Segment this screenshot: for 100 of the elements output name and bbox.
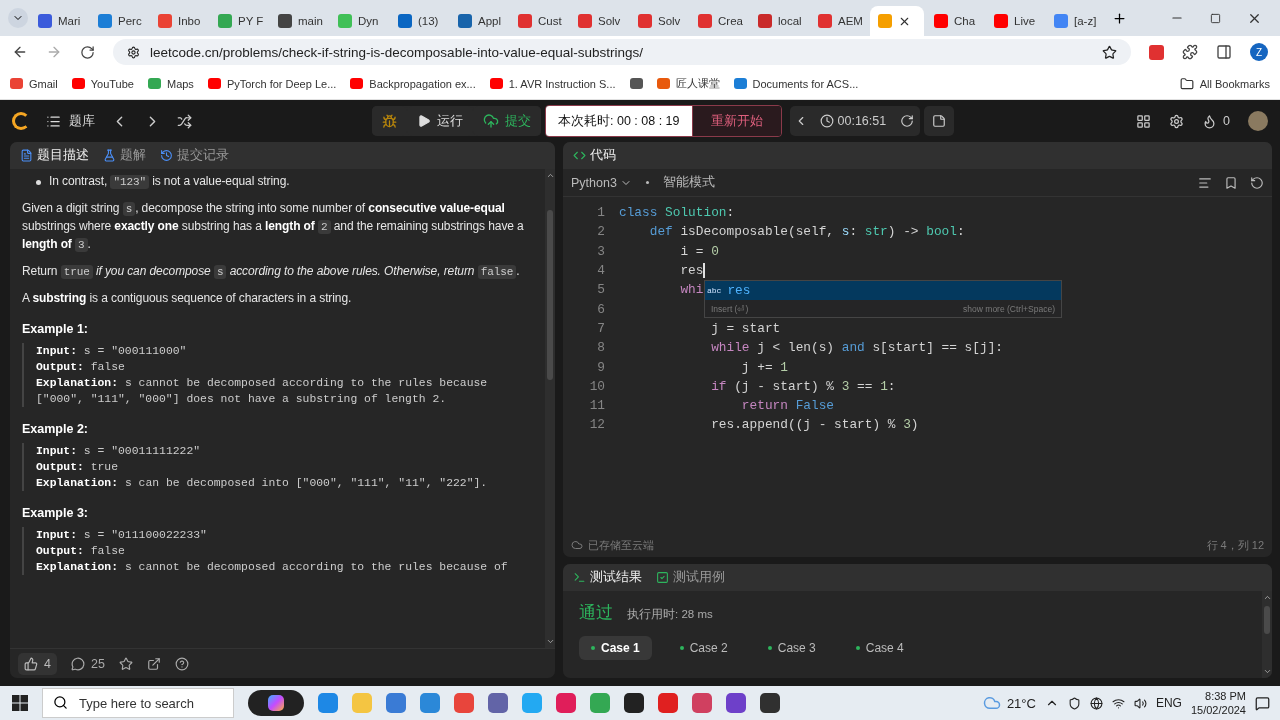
site-settings-icon[interactable]: [127, 45, 140, 59]
browser-tab[interactable]: Inbo: [150, 6, 208, 36]
panel-tab[interactable]: 测试结果: [573, 569, 642, 586]
bookmark-star-icon[interactable]: [1102, 44, 1117, 60]
browser-tab[interactable]: (13): [390, 6, 448, 36]
panel-tab[interactable]: 题目描述: [20, 147, 89, 164]
code-line: whi: [679, 282, 704, 298]
notifications-icon[interactable]: [1255, 695, 1270, 711]
bug-icon: [382, 113, 397, 129]
case-tab[interactable]: Case 1: [579, 636, 652, 660]
code-line: res: [679, 263, 704, 279]
browser-tab[interactable]: local: [750, 6, 808, 36]
language-select[interactable]: Python3: [571, 175, 632, 190]
result-status: 通过: [579, 602, 613, 624]
share-icon[interactable]: [146, 656, 161, 671]
scroll-down-icon[interactable]: [1262, 667, 1272, 676]
wifi-icon[interactable]: [1111, 696, 1125, 710]
help-icon[interactable]: [174, 656, 189, 671]
browser-tab[interactable]: [a-z]: [1046, 6, 1104, 36]
settings-icon[interactable]: [1169, 113, 1185, 129]
all-bookmarks-link[interactable]: All Bookmarks: [1179, 76, 1270, 91]
browser-tab[interactable]: Dyn: [330, 6, 388, 36]
description-text: A substring is a contiguous sequence of characters in a string.: [22, 290, 353, 307]
clock-display[interactable]: 8:38 PM 15/02/2024: [1190, 689, 1246, 717]
back-icon[interactable]: [12, 44, 28, 60]
browser-tab[interactable]: AEM: [810, 6, 868, 36]
like-button[interactable]: 4: [18, 652, 57, 675]
bookmark-link[interactable]: Documents for ACS...: [733, 77, 859, 90]
profile-avatar[interactable]: Z: [1250, 43, 1268, 61]
scrollbar[interactable]: [545, 169, 555, 648]
example-line: Output: false: [36, 360, 126, 375]
tab-search-button[interactable]: [8, 8, 28, 28]
problem-list-link[interactable]: 题库: [46, 112, 95, 130]
grid-icon[interactable]: [1136, 113, 1152, 129]
browser-tab[interactable]: main: [270, 6, 328, 36]
note-icon[interactable]: [932, 114, 947, 128]
taskbar-search-field[interactable]: Type here to search: [42, 688, 234, 718]
reset-code-icon[interactable]: [1250, 175, 1264, 190]
favorite-icon[interactable]: [118, 656, 133, 671]
copilot-icon[interactable]: [248, 690, 304, 716]
case-tab[interactable]: Case 2: [667, 636, 740, 660]
browser-tab[interactable]: Solv: [570, 6, 628, 36]
cloud-icon: [571, 539, 583, 551]
scroll-down-icon[interactable]: [545, 637, 555, 646]
browser-tab[interactable]: Live: [986, 6, 1044, 36]
browser-tab[interactable]: Perc: [90, 6, 148, 36]
cloud-icon: [982, 694, 1001, 712]
code-tab[interactable]: 代码: [573, 147, 616, 164]
panel-tab[interactable]: 题解: [103, 147, 146, 164]
app-icon[interactable]: [760, 693, 780, 713]
app-icon[interactable]: [624, 693, 644, 713]
browser-tab[interactable]: Cha: [926, 6, 984, 36]
address-bar[interactable]: leetcode.cn/problems/check-if-string-is-decomposable-into-value-equal-substrings/: [113, 39, 1131, 65]
start-icon[interactable]: [12, 695, 28, 711]
globe-icon[interactable]: [1089, 696, 1103, 710]
panel-tab[interactable]: 测试用例: [656, 569, 725, 586]
bookmark-link[interactable]: PyTorch for Deep Le...: [207, 77, 337, 90]
reload-icon[interactable]: [80, 44, 95, 60]
panel-tab[interactable]: 提交记录: [160, 147, 229, 164]
browser-tab[interactable]: Solv: [630, 6, 688, 36]
language-indicator[interactable]: ENG: [1155, 696, 1182, 710]
code-line: j = start: [710, 320, 781, 336]
code-icon: [573, 149, 586, 162]
comments-button[interactable]: 25: [70, 656, 105, 671]
scroll-up-icon[interactable]: [1262, 593, 1272, 602]
browser-tab[interactable]: Crea: [690, 6, 748, 36]
restart-button[interactable]: 重新开始: [691, 106, 781, 136]
user-avatar[interactable]: [1248, 111, 1268, 131]
line-number: 6: [596, 301, 605, 317]
bookmark-link[interactable]: Maps: [147, 77, 194, 90]
bookmark-link[interactable]: YouTube: [71, 77, 134, 90]
case-tab[interactable]: Case 4: [843, 636, 916, 660]
browser-tab[interactable]: Appl: [450, 6, 508, 36]
flask-icon: [103, 149, 116, 162]
shuffle-icon[interactable]: [177, 113, 192, 129]
scrollbar[interactable]: [1262, 591, 1272, 678]
bookmark-icon[interactable]: [1224, 175, 1238, 190]
document-icon: [20, 149, 33, 162]
browser-tab[interactable]: Mari: [30, 6, 88, 36]
bookmark-link[interactable]: 匠人课堂: [656, 76, 720, 91]
shield-icon[interactable]: [1067, 696, 1081, 710]
stopwatch-display: 00:16:51: [811, 114, 895, 128]
new-tab-icon[interactable]: [1112, 10, 1127, 26]
scroll-up-icon[interactable]: [545, 171, 555, 180]
bookmark-icon[interactable]: [629, 78, 643, 89]
suggestion-item[interactable]: abc res: [705, 281, 1061, 301]
streak-counter[interactable]: 0: [1202, 113, 1230, 129]
format-icon[interactable]: [1198, 175, 1212, 190]
browser-tab[interactable]: PY F: [210, 6, 268, 36]
bookmark-link[interactable]: 1. AVR Instruction S...: [489, 77, 616, 90]
extensions-icon[interactable]: [1182, 44, 1198, 60]
side-panel-icon[interactable]: [1216, 44, 1232, 60]
extension-icon[interactable]: [1149, 44, 1164, 60]
volume-icon[interactable]: [1133, 696, 1147, 710]
browser-tab[interactable]: Cust: [510, 6, 568, 36]
weather-widget[interactable]: 21°C: [982, 694, 1036, 712]
bookmark-link[interactable]: Backpropagation ex...: [350, 77, 476, 90]
case-tab[interactable]: Case 3: [755, 636, 828, 660]
bookmark-link[interactable]: Gmail: [10, 77, 58, 90]
list-icon: [46, 113, 61, 129]
